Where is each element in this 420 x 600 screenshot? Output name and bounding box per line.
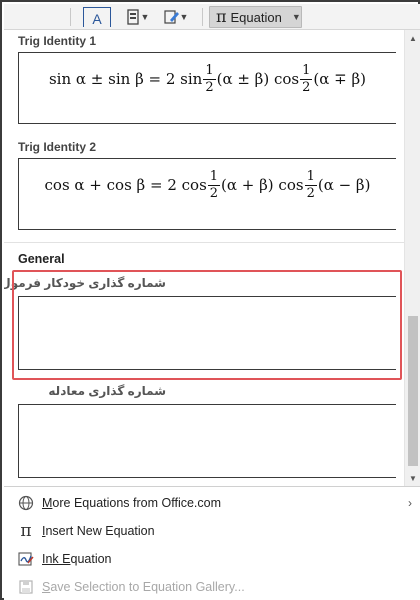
equation-dropdown-button[interactable]: π Equation ▼: [209, 6, 302, 28]
menu-item-insert-new-equation[interactable]: π Insert New Equation: [4, 517, 420, 545]
ribbon-separator: [70, 8, 71, 26]
fraction: 1 2: [207, 168, 221, 201]
equation-menu: More Equations from Office.com › π Inser…: [4, 486, 420, 600]
chevron-down-icon: ▼: [140, 12, 150, 22]
ribbon-separator: [202, 8, 203, 26]
save-icon: [14, 579, 38, 595]
fraction: 1 2: [203, 62, 216, 95]
equation-gallery: Trig Identity 1 sin α ± sin β = 2 sin 1 …: [4, 30, 404, 486]
text-box-icon: A: [83, 7, 111, 27]
object-icon: [126, 9, 139, 25]
equation-dropdown-window: A ▼ ▼ π Equation ▼ Trig Identity 1 sin α…: [0, 0, 420, 600]
section-title-trig-2: Trig Identity 2: [18, 140, 97, 154]
section-divider: [4, 242, 404, 243]
equation-label: Equation: [230, 9, 282, 25]
custom-equation-label-2: شماره گذاری معادله: [48, 384, 166, 398]
gallery-scrollbar[interactable]: ▲ ▼: [404, 30, 420, 486]
menu-item-save-selection: Save Selection to Equation Gallery...: [4, 573, 420, 600]
chevron-right-icon: ›: [408, 496, 412, 510]
menu-item-ink-equation[interactable]: Ink Equation: [4, 545, 420, 573]
equation-item-trig-1[interactable]: sin α ± sin β = 2 sin 1 2 (α ± β) cos 1 …: [18, 52, 396, 124]
ink-equation-icon: [14, 551, 38, 567]
chevron-down-icon: ▼: [291, 12, 301, 22]
section-title-trig-1: Trig Identity 1: [18, 34, 97, 48]
scroll-up-icon[interactable]: ▲: [405, 30, 420, 46]
scroll-thumb[interactable]: [408, 316, 418, 466]
chevron-down-icon: ▼: [179, 12, 189, 22]
pi-icon: π: [216, 7, 227, 26]
general-header: General: [18, 252, 65, 266]
highlight-box: [12, 270, 402, 380]
equation-formula: cos α + cos β = 2 cos 1 2 (α + β) cos 1 …: [44, 168, 371, 201]
object-button[interactable]: ▼: [120, 6, 156, 28]
custom-equation-item-2[interactable]: [18, 404, 396, 478]
pi-icon: π: [20, 521, 32, 541]
ribbon-strip: A ▼ ▼ π Equation ▼: [4, 4, 420, 30]
equation-item-trig-2[interactable]: cos α + cos β = 2 cos 1 2 (α + β) cos 1 …: [18, 158, 396, 230]
menu-item-more-equations[interactable]: More Equations from Office.com ›: [4, 489, 420, 517]
fraction: 1 2: [304, 168, 317, 201]
fraction: 1 2: [300, 62, 313, 95]
signature-button[interactable]: ▼: [158, 6, 194, 28]
signature-line-icon: [163, 10, 179, 24]
globe-icon: [14, 495, 38, 511]
scroll-down-icon[interactable]: ▼: [405, 470, 420, 486]
equation-formula: sin α ± sin β = 2 sin 1 2 (α ± β) cos 1 …: [48, 62, 367, 95]
text-box-button[interactable]: A: [80, 6, 114, 28]
